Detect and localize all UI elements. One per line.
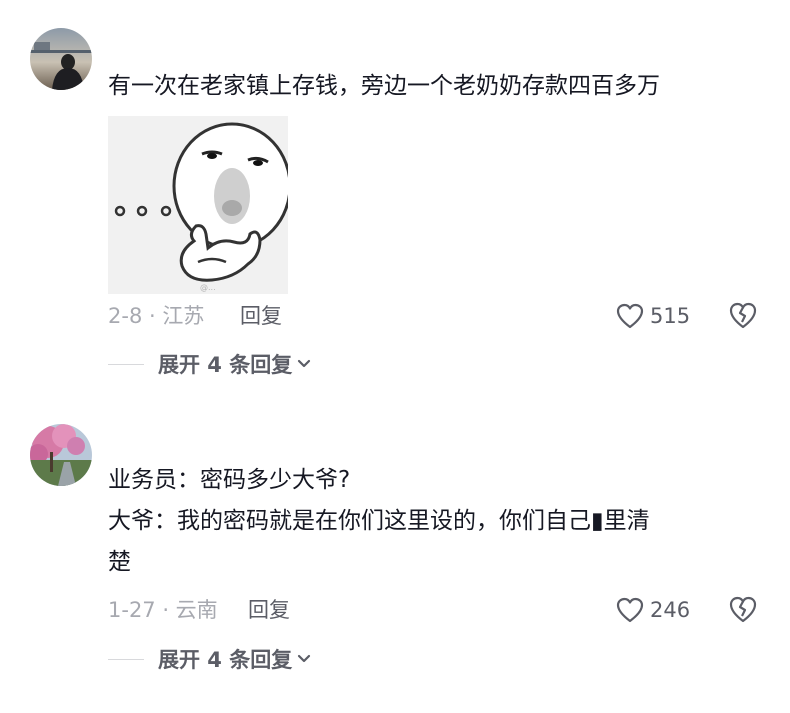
expand-replies-label: 展开 4 条回复	[158, 353, 293, 377]
comment-text-line: 有一次在老家镇上存钱，旁边一个老奶奶存款四百多万	[108, 73, 660, 99]
broken-heart-icon[interactable]	[728, 301, 758, 329]
chevron-down-icon	[298, 654, 311, 663]
comment-meta: 1-27 · 云南 回复 246	[108, 594, 760, 626]
comment-date-location: 2-8 · 江苏	[108, 304, 205, 328]
like-count: 515	[650, 304, 691, 328]
like-count: 246	[650, 598, 691, 622]
comment-text-line: 业务员：密码多少大爷?	[108, 467, 351, 493]
avatar-image	[30, 424, 92, 486]
expand-replies-label: 展开 4 条回复	[158, 648, 293, 672]
comment-2: 业务员：密码多少大爷? 大爷：我的密码就是在你们这里设的，你们自己▮里清 楚 1…	[0, 400, 790, 713]
expand-replies-button[interactable]: 展开 4 条回复	[158, 644, 311, 674]
svg-text:@...: @...	[200, 283, 216, 292]
expand-replies-row: 展开 4 条回复	[108, 348, 311, 380]
expand-replies-button[interactable]: 展开 4 条回复	[158, 349, 311, 379]
comment-text-line: 大爷：我的密码就是在你们这里设的，你们自己▮里清	[108, 508, 650, 534]
divider-line	[108, 658, 144, 660]
broken-heart-icon[interactable]	[728, 595, 758, 623]
heart-icon	[616, 303, 644, 329]
like-button[interactable]: 246	[616, 594, 690, 626]
comment-text-line: 楚	[108, 549, 131, 575]
reply-button[interactable]: 回复	[248, 594, 290, 626]
comment-text: 有一次在老家镇上存钱，旁边一个老奶奶存款四百多万	[108, 66, 660, 107]
sticker-image: @...	[108, 116, 292, 294]
heart-icon	[616, 597, 644, 623]
divider-line	[108, 363, 144, 365]
comment-1: 有一次在老家镇上存钱，旁边一个老奶奶存款四百多万 @... 2-8 · 江苏 回…	[0, 0, 790, 400]
comment-meta: 2-8 · 江苏 回复 515	[108, 300, 760, 332]
like-button[interactable]: 515	[616, 300, 690, 332]
expand-replies-row: 展开 4 条回复	[108, 643, 311, 675]
reply-button[interactable]: 回复	[240, 300, 282, 332]
avatar[interactable]	[30, 424, 92, 486]
thinking-face-sticker[interactable]: @...	[108, 116, 292, 294]
avatar[interactable]	[30, 28, 92, 90]
chevron-down-icon	[298, 359, 311, 368]
comment-text: 业务员：密码多少大爷? 大爷：我的密码就是在你们这里设的，你们自己▮里清 楚	[108, 460, 650, 583]
comment-date-location: 1-27 · 云南	[108, 598, 218, 622]
avatar-image	[30, 28, 92, 90]
